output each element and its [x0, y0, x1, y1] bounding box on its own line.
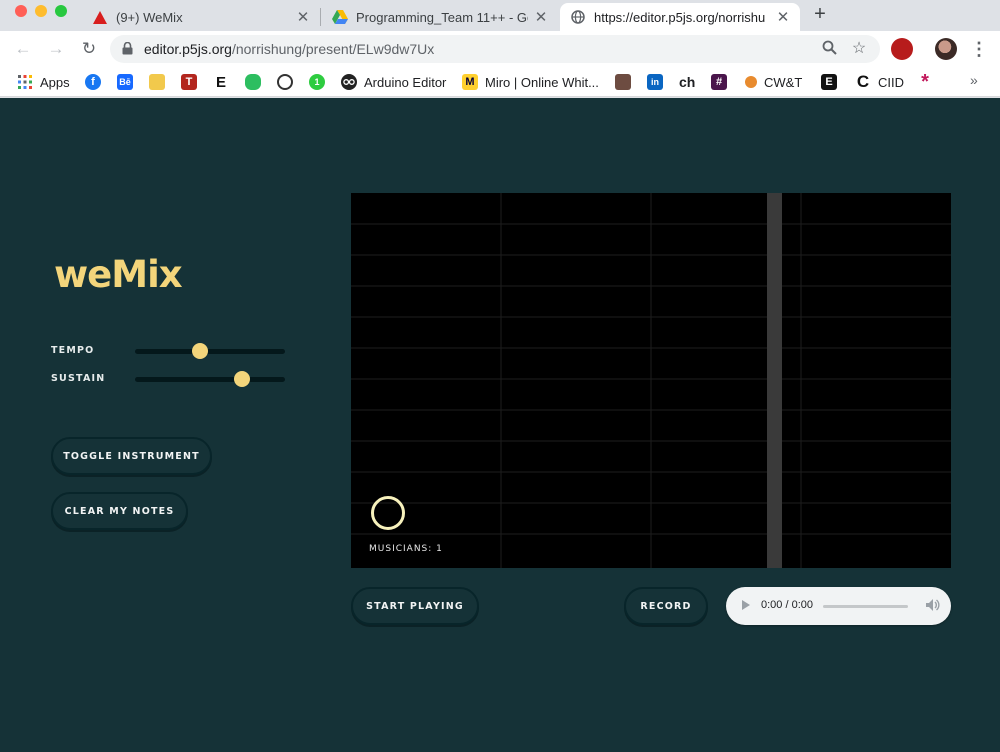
tab-title: Programming_Team 11++ - Goo [356, 9, 528, 25]
google-drive-icon [332, 9, 348, 25]
orange-dot-icon [745, 76, 757, 88]
e-logo-icon: E [215, 73, 226, 91]
sustain-slider-thumb[interactable] [233, 371, 250, 387]
bookmark-label: CIID [878, 74, 904, 90]
reload-icon[interactable]: ↻ [78, 38, 100, 60]
asterisk-icon: * [921, 70, 929, 93]
playhead-bar [767, 193, 782, 568]
bookmark-label: ch [679, 74, 696, 90]
zoom-icon[interactable] [820, 40, 838, 58]
url-text: editor.p5js.org/norrishung/present/ELw9d… [144, 41, 434, 57]
lock-icon [122, 42, 133, 55]
toggle-instrument-button[interactable]: TOGGLE INSTRUMENT [51, 437, 212, 475]
bookmark-ch[interactable]: ch [679, 72, 695, 92]
bookmark-briefcase[interactable] [615, 72, 638, 92]
start-playing-button[interactable]: START PLAYING [351, 587, 479, 625]
globe-icon [570, 9, 586, 25]
bookmark-e[interactable]: E [213, 72, 236, 92]
bookmarks-bar: Apps f Bē T E 1 Arduino Editor M Miro | … [0, 67, 1000, 97]
clear-my-notes-button[interactable]: CLEAR MY NOTES [51, 492, 188, 530]
bookmark-avatar-site[interactable] [149, 72, 172, 92]
profile-avatar[interactable] [935, 38, 957, 60]
tab-title: https://editor.p5js.org/norrishu [594, 9, 766, 25]
newspaper-icon: T [181, 74, 197, 90]
address-bar[interactable]: editor.p5js.org/norrishung/present/ELw9d… [110, 35, 880, 63]
evernote-icon [245, 74, 261, 90]
musician-cursor-ring [371, 496, 405, 530]
warning-triangle-icon [92, 9, 108, 25]
briefcase-icon [615, 74, 631, 90]
bookmarks-overflow-chevron-icon[interactable]: » [970, 72, 978, 88]
tempo-slider[interactable] [135, 343, 285, 359]
e-dark-icon: E [821, 74, 837, 90]
sustain-slider[interactable] [135, 371, 285, 387]
forward-arrow-icon[interactable]: → [45, 38, 67, 60]
musicians-count: MUSICIANS: 1 [369, 544, 443, 554]
bookmark-linkedin[interactable]: in [647, 72, 670, 92]
character-icon [149, 74, 165, 90]
back-arrow-icon[interactable]: ← [12, 38, 34, 60]
volume-icon[interactable] [924, 597, 940, 613]
bookmark-label: CW&T [764, 74, 803, 90]
arduino-icon [341, 74, 357, 90]
wemix-page: weMix TEMPO SUSTAIN TOGGLE INSTRUMENT CL… [0, 98, 1000, 752]
facebook-icon: f [85, 74, 101, 90]
bookmark-slack[interactable]: # [711, 72, 734, 92]
tab-wemix[interactable]: (9+) WeMix ✕ [82, 3, 320, 31]
tab-divider [320, 8, 321, 26]
close-icon[interactable]: ✕ [534, 8, 548, 26]
audio-player: 0:00 / 0:00 [726, 587, 951, 625]
sustain-label: SUSTAIN [51, 373, 106, 384]
window-minimize-button[interactable] [35, 5, 47, 17]
window-zoom-button[interactable] [55, 5, 67, 17]
bookmark-circle-logo[interactable] [277, 72, 300, 92]
bookmark-ciid[interactable]: C CIID [855, 72, 904, 92]
close-icon[interactable]: ✕ [296, 8, 310, 26]
bookmark-newspaper[interactable]: T [181, 72, 204, 92]
browser-toolbar: ← → ↻ editor.p5js.org/norrishung/present… [0, 31, 1000, 67]
bookmark-label: Arduino Editor [364, 74, 447, 90]
audio-time: 0:00 / 0:00 [761, 599, 813, 611]
ciid-c-icon: C [856, 72, 870, 91]
window-close-button[interactable] [15, 5, 27, 17]
bookmark-label: Apps [40, 74, 70, 90]
canvas-grid [351, 193, 951, 568]
bookmark-evernote[interactable] [245, 72, 268, 92]
apps-grid-icon [17, 74, 33, 90]
circle-logo-icon [277, 74, 293, 90]
bookmark-facebook[interactable]: f [85, 72, 108, 92]
tempo-label: TEMPO [51, 345, 95, 356]
bookmark-arduino[interactable]: Arduino Editor [341, 72, 446, 92]
slack-icon: # [711, 74, 727, 90]
ublock-extension-icon[interactable] [891, 38, 913, 60]
bookmark-miro[interactable]: M Miro | Online Whit... [462, 72, 599, 92]
new-tab-button[interactable]: + [810, 4, 830, 24]
bookmark-asterisk[interactable]: * [917, 70, 940, 93]
tab-programming-team[interactable]: Programming_Team 11++ - Goo ✕ [322, 3, 558, 31]
record-button[interactable]: RECORD [624, 587, 708, 625]
wemix-logo: weMix [54, 253, 183, 296]
play-icon[interactable] [742, 600, 750, 610]
tab-p5js-editor[interactable]: https://editor.p5js.org/norrishu ✕ [560, 3, 800, 31]
music-canvas[interactable]: MUSICIANS: 1 [351, 193, 951, 568]
browser-tab-bar: (9+) WeMix ✕ Programming_Team 11++ - Goo… [0, 0, 1000, 31]
url-host: editor.p5js.org [144, 41, 232, 57]
audio-progress-bar[interactable] [823, 605, 908, 608]
bookmark-behance[interactable]: Bē [117, 72, 140, 92]
star-icon[interactable]: ☆ [850, 40, 868, 58]
url-path: /norrishung/present/ELw9dw7Ux [231, 41, 435, 57]
bookmark-cwt[interactable]: CW&T [745, 72, 802, 92]
miro-icon: M [462, 74, 478, 90]
linkedin-icon: in [647, 74, 663, 90]
tab-title: (9+) WeMix [116, 9, 183, 25]
menu-icon[interactable]: ⋮ [970, 39, 988, 59]
bookmark-one[interactable]: 1 [309, 72, 332, 92]
bookmark-label: Miro | Online Whit... [485, 74, 599, 90]
behance-icon: Bē [117, 74, 133, 90]
number-one-icon: 1 [309, 74, 325, 90]
close-icon[interactable]: ✕ [776, 8, 790, 26]
bookmark-e-dark[interactable]: E [821, 72, 844, 92]
tempo-slider-thumb[interactable] [191, 343, 208, 359]
bookmark-apps[interactable]: Apps [17, 72, 70, 92]
